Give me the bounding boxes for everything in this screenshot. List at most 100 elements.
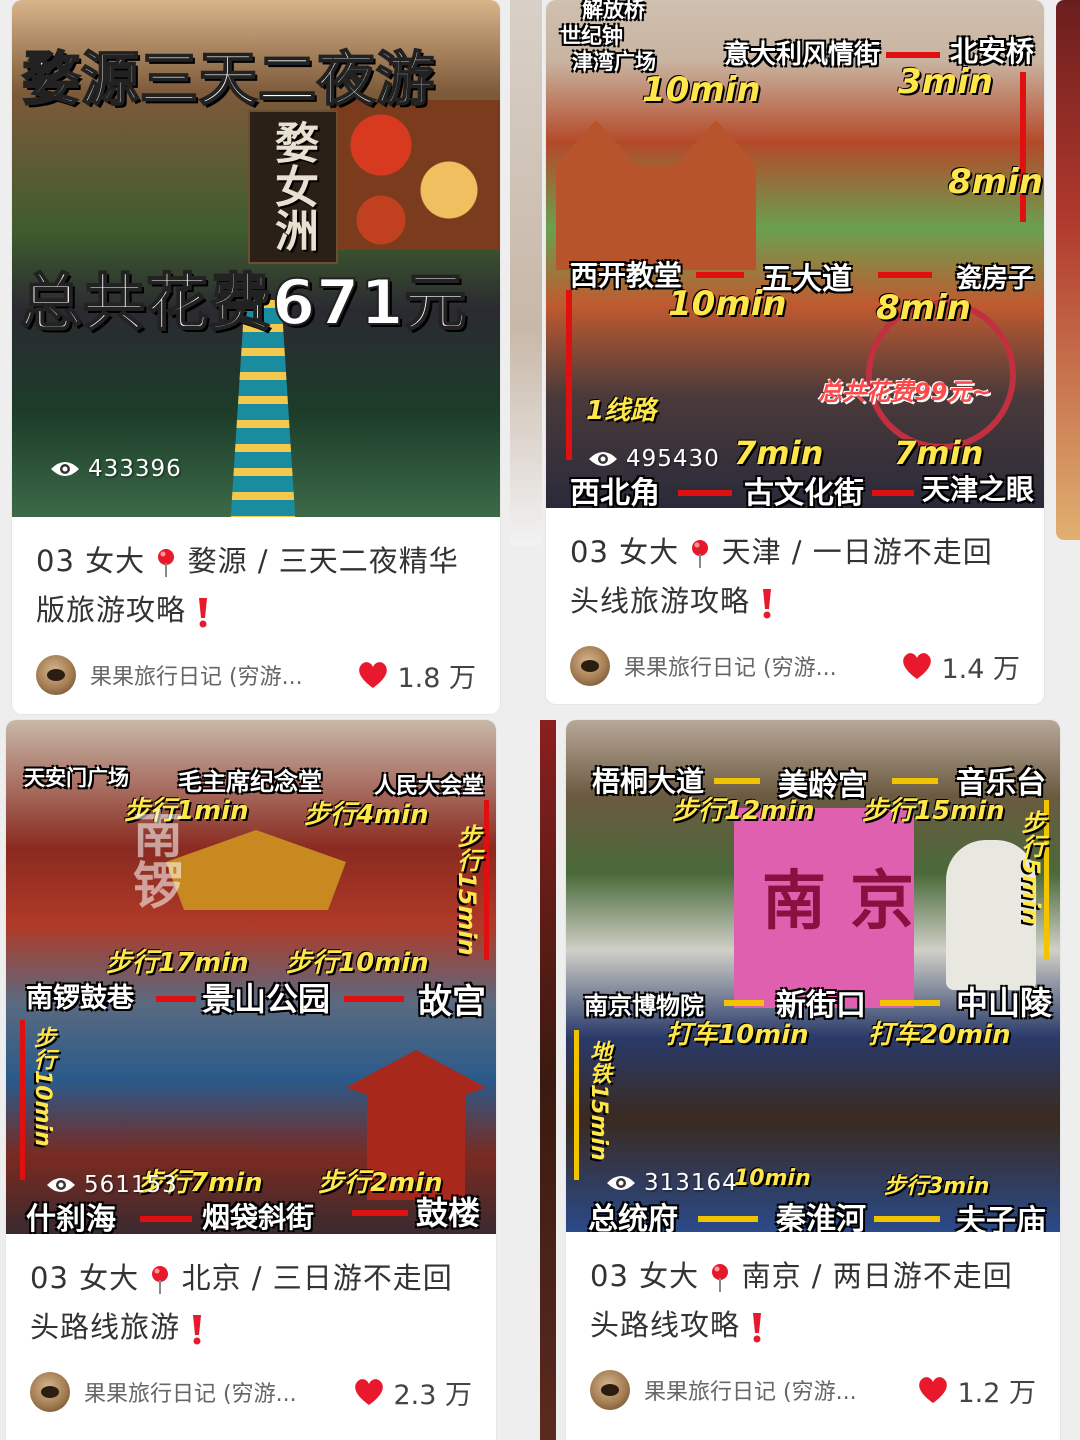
route-line-label: 1线路 [586, 396, 657, 426]
note-title-prefix: 03 女大 [30, 1261, 140, 1295]
eye-icon [607, 1176, 635, 1190]
cover-title-line2: 总共花费671元 [19, 265, 468, 340]
exclamation-icon [763, 589, 772, 619]
like-count: 2.3 万 [393, 1379, 472, 1411]
like-button[interactable]: 1.8 万 [357, 656, 476, 695]
note-title[interactable]: 03 女大 婺源 / 三天二夜精华版旅游攻略 [36, 537, 476, 635]
route-arrow [886, 52, 940, 58]
time-label: 打车10min [666, 1020, 809, 1050]
place-label: 烟袋斜街 [202, 1201, 315, 1234]
time-label-vertical: 步行5min [1017, 810, 1045, 926]
place-label: 鼓楼 [416, 1194, 481, 1232]
exclamation-icon [753, 1313, 762, 1343]
place-label: 故宫 [418, 982, 486, 1022]
note-meta: 果果旅行日记 (穷游... 1.2 万 [590, 1370, 1036, 1410]
author-avatar[interactable] [36, 655, 76, 695]
like-button[interactable]: 1.2 万 [917, 1371, 1036, 1410]
view-count-value: 433396 [88, 456, 182, 482]
cover-big-text: 南京 [762, 865, 938, 939]
note-card-beijing[interactable]: 天安门广场 毛主席纪念堂 人民大会堂 步行1min 步行4min 步行15min… [6, 720, 496, 1440]
place-label: 西北角 [570, 476, 660, 508]
card-body: 03 女大 南京 / 两日游不走回头路线攻略 果果旅行日记 (穷游... 1.2… [566, 1232, 1060, 1410]
route-arrow [352, 1210, 408, 1216]
card-body: 03 女大 北京 / 三日游不走回头路线旅游 果果旅行日记 (穷游... 2.3… [6, 1234, 496, 1412]
map-pin-icon [712, 1264, 729, 1292]
time-label: 3min [898, 62, 993, 102]
time-label: 步行4min [304, 800, 429, 830]
time-label: 打车20min [868, 1020, 1011, 1050]
exclamation-icon [193, 1315, 202, 1345]
eye-icon [51, 462, 79, 476]
like-button[interactable]: 1.4 万 [901, 647, 1020, 686]
note-card-nanjing[interactable]: 南京 梧桐大道 美龄宫 音乐台 步行12min 步行15min 步行5min 南… [566, 720, 1060, 1440]
time-label: 10min [668, 284, 787, 324]
route-arrow [566, 290, 572, 460]
route-arrow [714, 778, 760, 784]
background-card-strip-middle [510, 0, 542, 545]
place-label: 西开教堂 [570, 259, 683, 292]
note-title[interactable]: 03 女大 南京 / 两日游不走回头路线攻略 [590, 1252, 1036, 1350]
author-name[interactable]: 果果旅行日记 (穷游... [644, 1374, 894, 1406]
note-card-wuyuan[interactable]: 婺女洲 婺源三天二夜游 总共花费671元 433396 03 女大 婺源 / 三… [12, 0, 500, 714]
eye-icon [47, 1178, 75, 1192]
time-label: 10min [642, 70, 761, 110]
card-body: 03 女大 天津 / 一日游不走回头线旅游攻略 果果旅行日记 (穷游... 1.… [546, 508, 1044, 686]
route-arrow [724, 1000, 764, 1006]
heart-icon [359, 662, 388, 688]
cover-image[interactable]: 南京 梧桐大道 美龄宫 音乐台 步行12min 步行15min 步行5min 南… [566, 720, 1060, 1232]
like-count: 1.2 万 [957, 1377, 1036, 1409]
place-label: 秦淮河 [776, 1202, 866, 1232]
author-name[interactable]: 果果旅行日记 (穷游... [624, 650, 874, 682]
author-name[interactable]: 果果旅行日记 (穷游... [84, 1376, 334, 1408]
time-label: 8min [876, 288, 971, 328]
route-arrow [698, 1216, 758, 1222]
note-title[interactable]: 03 女大 天津 / 一日游不走回头线旅游攻略 [570, 528, 1020, 626]
heart-icon [903, 653, 932, 679]
heart-icon [919, 1377, 948, 1403]
spice-tray-shape [330, 100, 500, 250]
view-count: 495430 [588, 446, 720, 472]
place-label: 夫子庙 [956, 1204, 1046, 1232]
time-label-vertical: 地铁15min [586, 1040, 611, 1161]
like-count: 1.4 万 [941, 653, 1020, 685]
like-button[interactable]: 2.3 万 [353, 1373, 472, 1412]
time-label: 10min [734, 1166, 811, 1191]
route-arrow [20, 1020, 25, 1180]
place-label: 南锣鼓巷 [26, 983, 134, 1014]
author-name[interactable]: 果果旅行日记 (穷游... [90, 659, 340, 691]
cost-label: 总共花费99元~ [818, 378, 992, 406]
time-label-vertical: 步行15min [453, 824, 481, 956]
cover-image[interactable]: 解放桥 世纪钟 津湾广场 意大利风情街 北安桥 10min 3min 8min … [546, 0, 1044, 508]
place-label: 景山公园 [202, 980, 331, 1018]
exclamation-icon [199, 598, 208, 628]
time-label: 步行15min [862, 796, 1005, 826]
time-label: 7min [734, 434, 824, 472]
author-avatar[interactable] [30, 1372, 70, 1412]
view-count-value: 313164 [644, 1170, 738, 1196]
place-label: 总统府 [588, 1202, 678, 1232]
cover-title-line1: 婺源三天二夜游 [21, 44, 436, 114]
route-arrow [892, 778, 938, 784]
like-count: 1.8 万 [397, 662, 476, 694]
note-title-prefix: 03 女大 [36, 544, 146, 578]
note-meta: 果果旅行日记 (穷游... 1.4 万 [570, 646, 1020, 686]
cover-image[interactable]: 天安门广场 毛主席纪念堂 人民大会堂 步行1min 步行4min 步行15min… [6, 720, 496, 1234]
map-pin-icon [152, 1266, 169, 1294]
note-title[interactable]: 03 女大 北京 / 三日游不走回头路线旅游 [30, 1254, 472, 1352]
note-title-prefix: 03 女大 [590, 1259, 700, 1293]
map-pin-icon [158, 549, 175, 577]
eye-icon [589, 452, 617, 466]
note-meta: 果果旅行日记 (穷游... 2.3 万 [30, 1372, 472, 1412]
place-label: 古文化街 [744, 476, 864, 508]
place-label: 天津之眼 [922, 473, 1035, 506]
author-avatar[interactable] [590, 1370, 630, 1410]
view-count: 433396 [50, 456, 182, 482]
view-count: 561153 [46, 1172, 178, 1198]
cover-image[interactable]: 婺女洲 婺源三天二夜游 总共花费671元 433396 [12, 0, 500, 517]
place-label: 意大利风情街 [724, 40, 881, 70]
note-meta: 果果旅行日记 (穷游... 1.8 万 [36, 655, 476, 695]
map-pin-icon [692, 540, 709, 568]
route-arrow [878, 272, 932, 278]
author-avatar[interactable] [570, 646, 610, 686]
note-card-tianjin[interactable]: 解放桥 世纪钟 津湾广场 意大利风情街 北安桥 10min 3min 8min … [546, 0, 1044, 704]
